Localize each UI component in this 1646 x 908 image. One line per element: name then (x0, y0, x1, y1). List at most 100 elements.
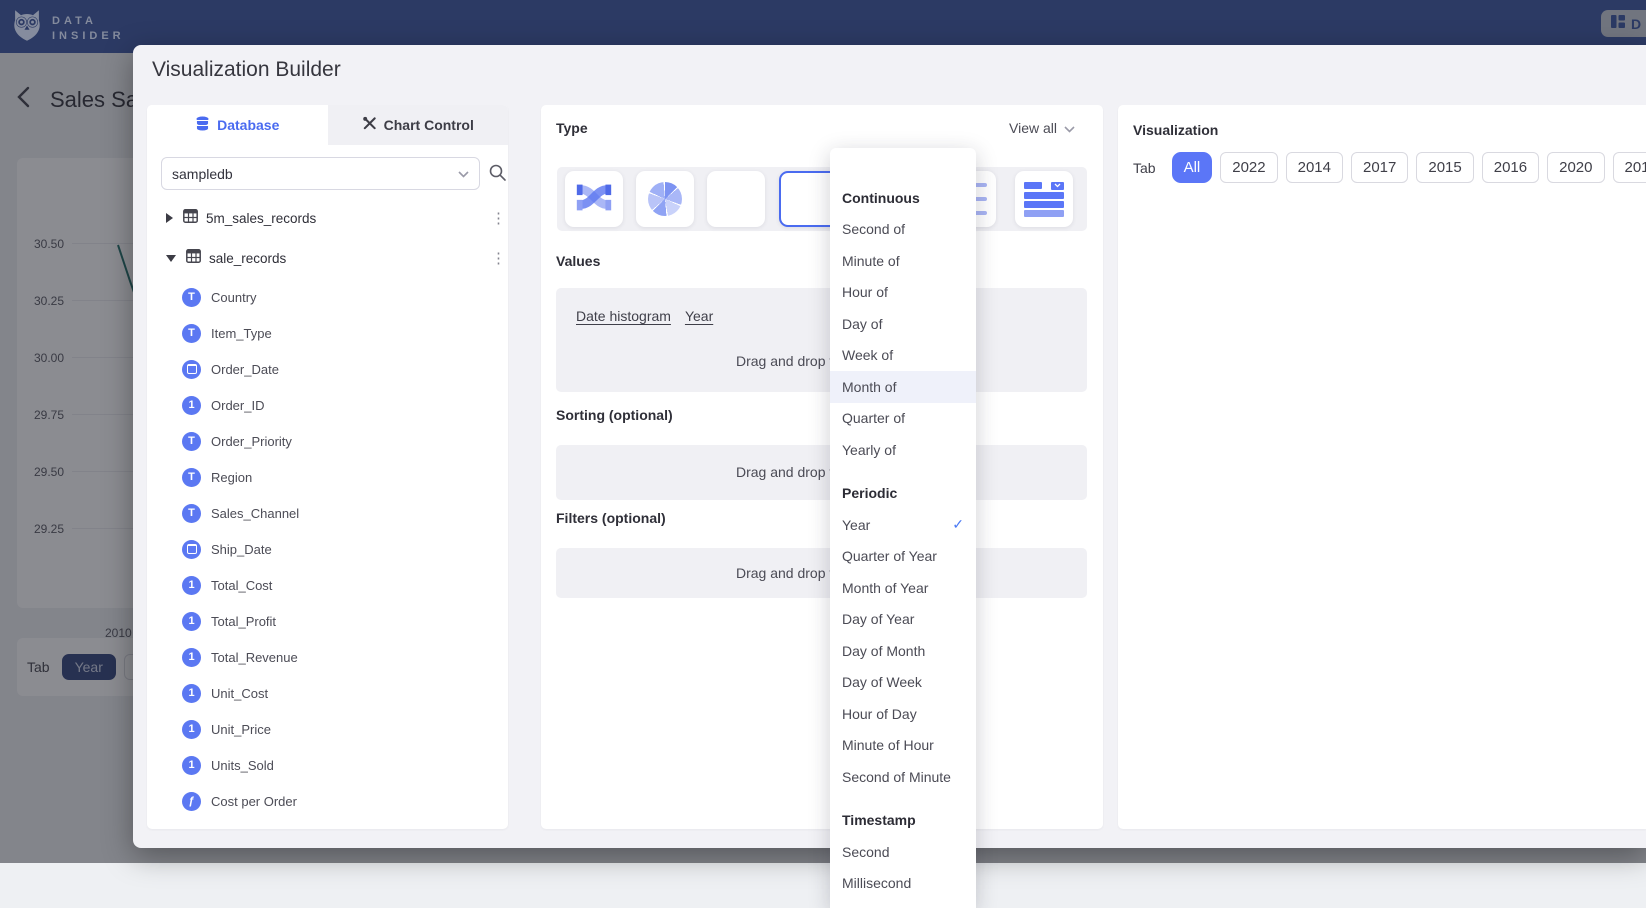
field-row[interactable]: 1 Total_Cost (147, 567, 508, 603)
field-type-icon: T (182, 468, 201, 487)
year-tab[interactable]: 2017 (1351, 152, 1408, 183)
dropdown-option[interactable]: Second of ✓ (830, 214, 976, 246)
chart-type-table[interactable] (1015, 171, 1073, 227)
tab-chart-control[interactable]: Chart Control (328, 105, 509, 145)
year-tab[interactable]: 2016 (1482, 152, 1539, 183)
dropdown-option-label: Quarter of (842, 410, 905, 426)
chart-type-strip: ✓ (557, 167, 1087, 231)
field-name: Country (211, 290, 257, 305)
dropdown-option[interactable]: Day of ✓ (830, 308, 976, 340)
dropdown-option[interactable]: Yearly of ✓ (830, 434, 976, 466)
date-histogram-pill[interactable]: Date histogram (576, 308, 671, 324)
field-type-icon: T (182, 288, 201, 307)
collapse-icon[interactable] (166, 255, 176, 262)
dropdown-option[interactable]: Minute of Hour ✓ (830, 730, 976, 762)
database-select-input[interactable] (162, 166, 458, 182)
dropdown-option[interactable]: Day of Month ✓ (830, 635, 976, 667)
dropdown-option-label: Second of (842, 221, 905, 237)
field-row[interactable]: 1 Units_Sold (147, 747, 508, 783)
sorting-heading: Sorting (optional) (556, 407, 673, 423)
dropdown-option-label: Second (842, 844, 889, 860)
dropdown-option-label: Month of (842, 379, 896, 395)
field-type-icon: 1 (182, 612, 201, 631)
modal-title: Visualization Builder (152, 58, 341, 82)
dropdown-option[interactable]: Continuous ✓ (830, 182, 976, 214)
field-name: Unit_Cost (211, 686, 268, 701)
dropdown-option-label: Year (842, 517, 870, 533)
field-row[interactable]: T Sales_Channel (147, 495, 508, 531)
tab-chart-control-label: Chart Control (384, 117, 474, 133)
field-row[interactable]: 1 Total_Profit (147, 603, 508, 639)
dropdown-option[interactable]: Day of Year ✓ (830, 604, 976, 636)
field-row[interactable]: T Order_Priority (147, 423, 508, 459)
field-row[interactable]: Ship_Date (147, 531, 508, 567)
field-name: Order_ID (211, 398, 264, 413)
field-row[interactable]: 1 Order_ID (147, 387, 508, 423)
field-list: T Country T Item_Type Order_Date 1 Order… (147, 279, 508, 819)
dropdown-option[interactable]: Timestamp ✓ (830, 805, 976, 837)
dropdown-option[interactable]: Minute of ✓ (830, 245, 976, 277)
field-name: Units_Sold (211, 758, 274, 773)
dropdown-option[interactable]: Second of Minute ✓ (830, 761, 976, 793)
dropdown-option[interactable]: Year ✓ (830, 509, 976, 541)
dropdown-option-label: Second of Minute (842, 769, 951, 785)
field-row[interactable]: 1 Unit_Price (147, 711, 508, 747)
field-row[interactable]: 1 Unit_Cost (147, 675, 508, 711)
year-tab[interactable]: All (1172, 152, 1213, 183)
dashboard-icon (1611, 15, 1625, 33)
dropdown-option-label: Minute of (842, 253, 900, 269)
dropdown-option[interactable]: Month of ✓ (830, 371, 976, 403)
dropdown-option[interactable]: Week of ✓ (830, 340, 976, 372)
dropdown-option[interactable]: Day of Week ✓ (830, 667, 976, 699)
dropdown-option[interactable]: Month of Year ✓ (830, 572, 976, 604)
table-row-sale-records[interactable]: sale_records ⋮ (147, 240, 508, 276)
field-row[interactable]: ƒ Cost per Order (147, 783, 508, 819)
brand-logo[interactable]: DATA INSIDER (10, 7, 125, 49)
field-type-icon: 1 (182, 756, 201, 775)
search-icon[interactable] (488, 163, 507, 187)
year-tab[interactable]: 2015 (1416, 152, 1473, 183)
chart-type-sankey[interactable] (565, 171, 623, 227)
filters-dropzone[interactable]: Drag and drop fields or click here (556, 548, 1087, 598)
dropdown-option[interactable]: Nanosecond ✓ (830, 899, 976, 908)
field-name: Ship_Date (211, 542, 272, 557)
dropdown-option[interactable]: Quarter of ✓ (830, 403, 976, 435)
tab-database[interactable]: Database (147, 105, 328, 145)
dropdown-option-label: Quarter of Year (842, 548, 937, 564)
dashboard-button-label: D (1631, 16, 1641, 32)
chart-type-hidden[interactable] (707, 171, 765, 227)
tab-row-label: Tab (1133, 160, 1156, 176)
year-tab[interactable]: 2011 (1613, 152, 1646, 183)
values-dropzone[interactable]: Date histogram Year Drag and drop fields… (556, 288, 1087, 392)
field-row[interactable]: Order_Date (147, 351, 508, 387)
dropdown-option[interactable]: Hour of ✓ (830, 277, 976, 309)
dashboard-button[interactable]: D (1601, 10, 1646, 37)
kebab-menu-icon[interactable]: ⋮ (491, 249, 505, 267)
date-granularity-pill[interactable]: Year (685, 308, 713, 324)
chevron-down-icon[interactable] (458, 165, 469, 183)
expand-icon[interactable] (166, 213, 173, 223)
field-row[interactable]: T Region (147, 459, 508, 495)
table-icon (183, 209, 198, 228)
field-name: Order_Priority (211, 434, 292, 449)
dropdown-option-label: Millisecond (842, 875, 911, 891)
sorting-dropzone[interactable]: Drag and drop fields or click here (556, 445, 1087, 500)
chart-type-pie[interactable] (636, 171, 694, 227)
year-tab[interactable]: 2020 (1547, 152, 1604, 183)
dropdown-option[interactable]: Periodic ✓ (830, 478, 976, 510)
dropdown-option[interactable]: Quarter of Year ✓ (830, 541, 976, 573)
field-row[interactable]: T Country (147, 279, 508, 315)
field-row[interactable]: 1 Total_Revenue (147, 639, 508, 675)
table-row-5m-sales-records[interactable]: 5m_sales_records ⋮ (147, 200, 508, 236)
year-tab[interactable]: 2014 (1286, 152, 1343, 183)
year-tab[interactable]: 2022 (1220, 152, 1277, 183)
dropdown-option[interactable]: Millisecond ✓ (830, 868, 976, 900)
view-all-button[interactable]: View all (1009, 120, 1075, 136)
field-name: Total_Profit (211, 614, 276, 629)
kebab-menu-icon[interactable]: ⋮ (491, 209, 505, 227)
database-select[interactable] (161, 157, 480, 190)
field-type-icon: 1 (182, 684, 201, 703)
field-row[interactable]: T Item_Type (147, 315, 508, 351)
field-name: Item_Type (211, 326, 272, 341)
dropdown-option[interactable]: Hour of Day ✓ (830, 698, 976, 730)
